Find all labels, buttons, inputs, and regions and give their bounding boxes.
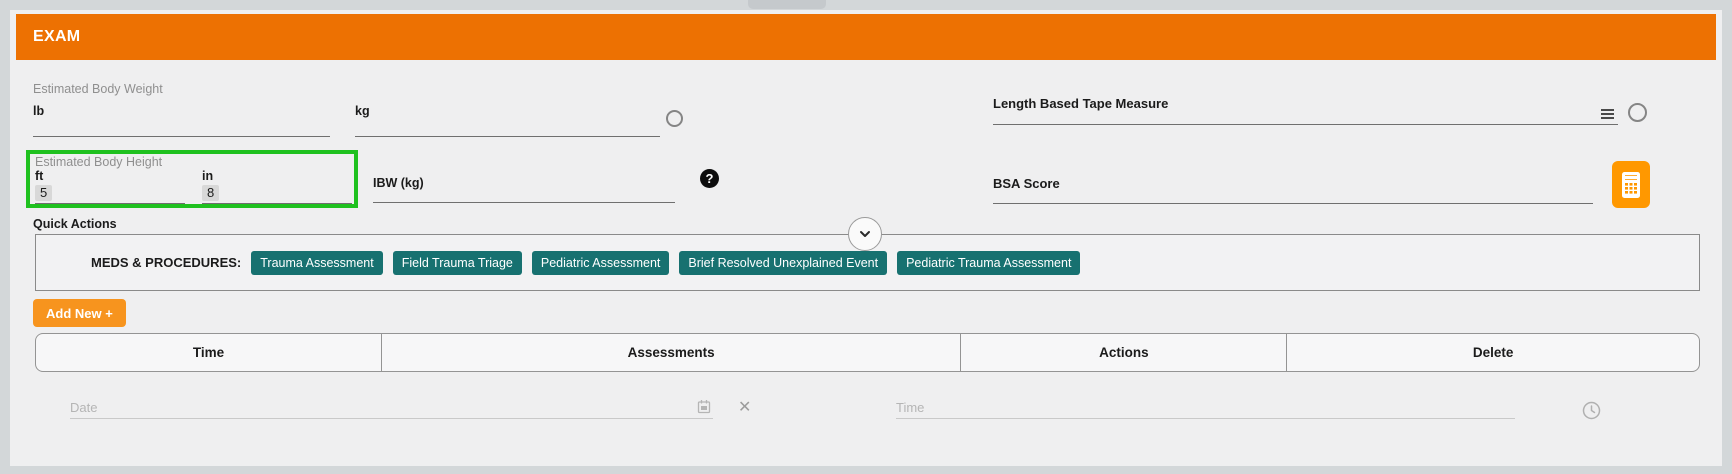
entry-time-field [896,396,1515,419]
height-ft-value: 5 [35,185,52,201]
collapse-toggle-button[interactable] [848,217,882,251]
column-header-time: Time [36,334,382,371]
ibw-field: IBW (kg) [373,176,675,203]
calendar-icon[interactable] [697,399,711,419]
add-new-button[interactable]: Add New + [33,299,126,327]
help-glyph: ? [706,171,714,186]
quick-action-field-trauma-triage[interactable]: Field Trauma Triage [393,251,522,275]
estimated-body-weight-label: Estimated Body Weight [33,82,163,96]
meds-procedures-label: MEDS & PROCEDURES: [91,255,241,270]
entry-date-field [70,396,713,419]
quick-action-brief-resolved-unexplained-event[interactable]: Brief Resolved Unexplained Event [679,251,887,275]
weight-radio-button[interactable] [666,110,683,127]
height-in-value: 8 [202,185,219,201]
weight-lb-label: lb [33,104,330,118]
quick-actions-label: Quick Actions [33,217,117,231]
clear-date-button[interactable]: ✕ [738,400,751,416]
weight-kg-input[interactable] [355,118,660,134]
quick-action-trauma-assessment[interactable]: Trauma Assessment [251,251,382,275]
height-in-label: in [202,169,213,183]
help-icon[interactable]: ? [700,169,719,188]
ibw-input[interactable] [373,190,675,200]
weight-kg-label: kg [355,104,660,118]
time-input[interactable] [896,400,1515,415]
quick-action-pediatric-trauma-assessment[interactable]: Pediatric Trauma Assessment [897,251,1080,275]
bsa-calculator-button[interactable] [1612,161,1650,208]
calculator-icon [1621,171,1641,199]
menu-icon[interactable] [1601,107,1614,121]
height-ft-label: ft [35,169,43,183]
estimated-body-height-label: Estimated Body Height [35,155,162,169]
bsa-score-field: BSA Score [993,176,1593,204]
column-header-actions: Actions [961,334,1287,371]
ibw-label: IBW (kg) [373,176,675,190]
bsa-score-label: BSA Score [993,176,1593,191]
quick-action-pediatric-assessment[interactable]: Pediatric Assessment [532,251,670,275]
assessments-table-header: Time Assessments Actions Delete [35,333,1700,372]
tape-measure-field: Length Based Tape Measure [993,96,1618,125]
column-header-assessments: Assessments [382,334,962,371]
weight-kg-field: kg [355,104,660,137]
height-in-field[interactable]: 8 [202,185,352,204]
exam-page: EXAM Estimated Body Weight lb kg Estimat… [0,0,1732,474]
section-title: EXAM [33,28,80,46]
exam-section-header: EXAM [16,14,1716,60]
bsa-score-input[interactable] [993,191,1593,201]
top-notch [748,0,826,9]
tape-measure-label: Length Based Tape Measure [993,96,1618,111]
clock-icon[interactable] [1582,401,1601,425]
weight-lb-field: lb [33,104,330,137]
tape-measure-input[interactable] [993,111,1618,122]
chevron-down-icon [859,230,871,238]
weight-lb-input[interactable] [33,118,330,134]
tape-measure-radio-button[interactable] [1628,103,1647,122]
date-input[interactable] [70,400,713,415]
column-header-delete: Delete [1287,334,1699,371]
height-ft-field[interactable]: 5 [35,185,185,204]
